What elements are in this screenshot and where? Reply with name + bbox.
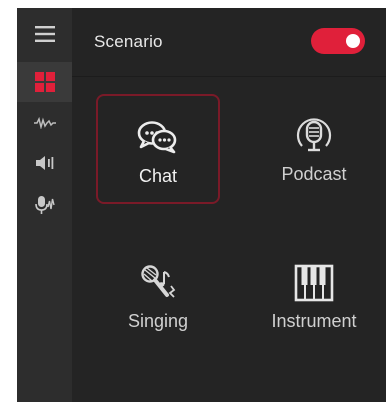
sidebar-item-scenario[interactable] (17, 62, 72, 102)
waveform-icon (33, 117, 56, 129)
piano-keys-icon (252, 263, 376, 303)
grid-icon (34, 72, 55, 92)
scenario-label: Instrument (271, 311, 357, 331)
sidebar-item-menu[interactable] (17, 14, 72, 54)
voice-mic-icon (34, 195, 55, 215)
toggle-knob (346, 34, 360, 48)
scenario-toggle[interactable] (311, 28, 365, 54)
scenario-label: Singing (127, 311, 189, 331)
scenario-tile-instrument[interactable]: Instrument (252, 241, 376, 351)
scenario-header: Scenario (72, 8, 386, 77)
sidebar-rail (17, 8, 72, 402)
scenario-tile-chat[interactable]: Chat (96, 94, 220, 204)
singing-mic-icon (96, 263, 220, 303)
sidebar-item-waveform[interactable] (17, 108, 72, 138)
sidebar-item-voice[interactable] (17, 190, 72, 220)
speaker-icon (35, 155, 55, 171)
scenario-label: Chat (138, 166, 178, 186)
menu-icon (34, 25, 55, 43)
page-title: Scenario (94, 32, 163, 51)
app-window: Scenario Chat Podcast Singing Instrument (17, 8, 386, 402)
chat-bubbles-icon (98, 118, 218, 158)
sidebar-item-speaker[interactable] (17, 148, 72, 178)
scenario-tile-singing[interactable]: Singing (96, 241, 220, 351)
scenario-tile-podcast[interactable]: Podcast (252, 94, 376, 204)
scenario-label: Podcast (281, 164, 347, 184)
podcast-mic-icon (252, 116, 376, 156)
